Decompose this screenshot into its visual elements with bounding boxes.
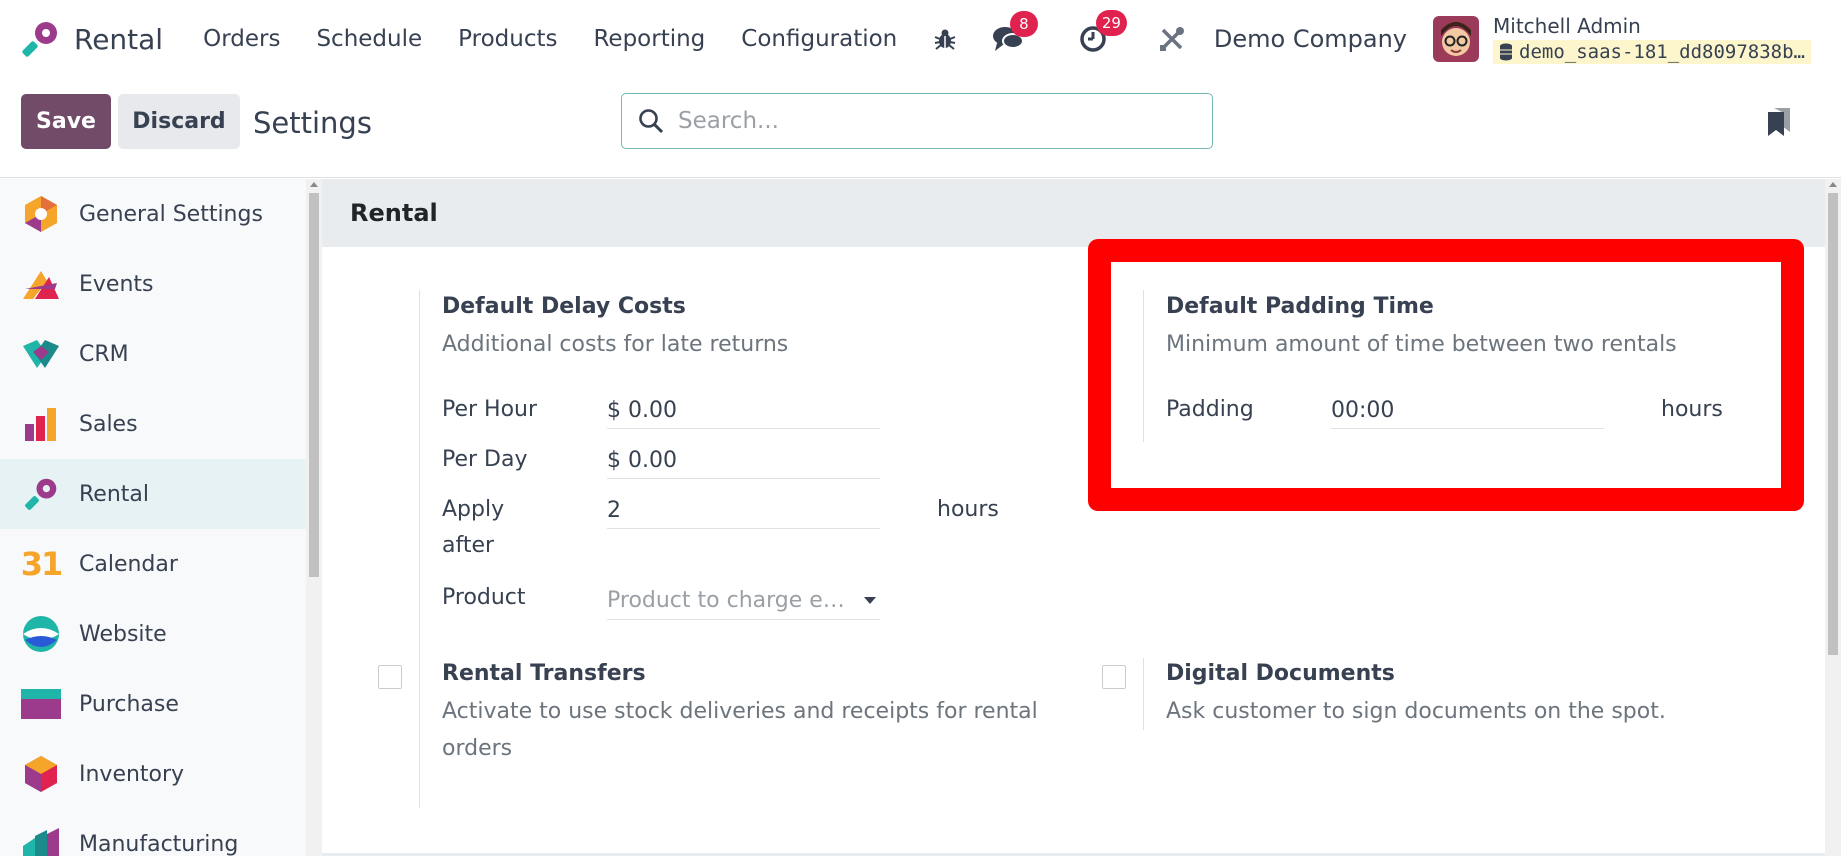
navbar-systray: 8 29 Demo Company Mitchell Admin demo_sa… [918, 0, 1841, 78]
company-switcher[interactable]: Demo Company [1214, 25, 1407, 53]
sidebar-item-label: Events [79, 271, 154, 297]
digital-documents-checkbox[interactable] [1102, 665, 1126, 689]
sidebar-scrollbar[interactable] [306, 179, 322, 856]
general-settings-icon [21, 194, 61, 234]
apply-after-input[interactable] [607, 493, 880, 529]
sidebar-item-label: Rental [79, 481, 149, 507]
activities-clock-icon[interactable]: 29 [1078, 10, 1127, 54]
save-button[interactable]: Save [21, 94, 111, 149]
purchase-icon [21, 684, 61, 724]
setting-divider [1143, 658, 1144, 730]
product-label: Product [442, 585, 526, 610]
sidebar-item-label: CRM [79, 341, 129, 367]
apply-after-label-line2: after [442, 533, 495, 558]
database-icon [1500, 43, 1513, 61]
database-tag: demo_saas-181_dd8097838b… [1493, 40, 1811, 64]
rental-app-icon [22, 22, 57, 57]
crm-icon [21, 334, 61, 374]
manufacturing-icon [21, 824, 61, 856]
top-navbar: Rental Orders Schedule Products Reportin… [0, 0, 1841, 78]
sidebar-item-label: Website [79, 621, 167, 647]
app-name: Rental [74, 22, 164, 56]
settings-sidebar: General Settings Events CRM Sales Rental… [0, 179, 306, 856]
sidebar-item-crm[interactable]: CRM [0, 319, 306, 389]
menu-configuration[interactable]: Configuration [741, 26, 897, 52]
search-input[interactable] [678, 108, 1158, 134]
digital-documents-title: Digital Documents [1166, 661, 1395, 686]
page-title: Settings [253, 106, 372, 140]
sidebar-item-label: General Settings [79, 201, 263, 227]
delay-costs-description: Additional costs for late returns [442, 332, 789, 357]
user-menu[interactable]: Mitchell Admin demo_saas-181_dd8097838b… [1493, 14, 1811, 64]
app-brand[interactable]: Rental [20, 19, 185, 59]
rental-transfers-title: Rental Transfers [442, 661, 646, 686]
user-avatar[interactable] [1433, 16, 1480, 62]
events-icon [21, 264, 61, 304]
main-menu: Orders Schedule Products Reporting Confi… [185, 26, 915, 52]
section-header: Rental [322, 179, 1825, 247]
digital-documents-description: Ask customer to sign documents on the sp… [1166, 699, 1666, 724]
inventory-icon [21, 754, 61, 794]
settings-tools-icon[interactable] [1158, 25, 1186, 53]
rental-icon [21, 474, 61, 514]
sidebar-item-rental[interactable]: Rental [0, 459, 306, 529]
highlight-annotation-box [1088, 239, 1804, 511]
sales-icon [21, 404, 61, 444]
sidebar-item-label: Manufacturing [79, 831, 239, 856]
messages-icon[interactable]: 8 [992, 11, 1038, 53]
bookmark-icon[interactable] [1766, 106, 1792, 142]
database-name: demo_saas-181_dd8097838b… [1519, 41, 1805, 63]
debug-bug-icon[interactable] [932, 26, 958, 52]
per-day-input[interactable] [607, 443, 880, 479]
content-scroll-thumb[interactable] [1828, 193, 1838, 655]
rental-transfers-checkbox[interactable] [378, 665, 402, 689]
product-select[interactable]: Product to charge e… [607, 582, 880, 620]
messages-count-badge: 8 [1009, 11, 1038, 37]
per-hour-label: Per Hour [442, 397, 538, 422]
menu-products[interactable]: Products [458, 26, 557, 52]
calendar-icon: 31 [20, 544, 64, 584]
sidebar-item-purchase[interactable]: Purchase [0, 669, 306, 739]
user-name: Mitchell Admin [1493, 14, 1641, 38]
setting-divider [419, 658, 420, 808]
website-icon [21, 614, 61, 654]
chevron-down-icon [864, 597, 876, 604]
discard-button[interactable]: Discard [118, 94, 240, 149]
menu-reporting[interactable]: Reporting [593, 26, 705, 52]
activities-count-badge: 29 [1095, 10, 1127, 36]
menu-orders[interactable]: Orders [203, 26, 280, 52]
rental-transfers-description: Activate to use stock deliveries and rec… [442, 699, 1038, 724]
calendar-icon-text: 31 [20, 545, 64, 583]
menu-schedule[interactable]: Schedule [316, 26, 422, 52]
apply-after-unit: hours [937, 497, 999, 522]
sidebar-item-calendar[interactable]: 31 Calendar [0, 529, 306, 599]
rental-transfers-description-line2: orders [442, 736, 513, 761]
apply-after-label: Apply [442, 497, 505, 522]
sidebar-item-label: Calendar [79, 551, 178, 577]
sidebar-item-sales[interactable]: Sales [0, 389, 306, 459]
sidebar-item-website[interactable]: Website [0, 599, 306, 669]
sidebar-item-manufacturing[interactable]: Manufacturing [0, 809, 306, 856]
product-select-placeholder: Product to charge e… [607, 588, 845, 613]
scroll-up-arrow-icon[interactable] [1829, 182, 1837, 187]
sidebar-item-label: Inventory [79, 761, 185, 787]
sidebar-scroll-thumb[interactable] [309, 193, 319, 577]
sidebar-item-general-settings[interactable]: General Settings [0, 179, 306, 249]
sidebar-item-label: Purchase [79, 691, 179, 717]
sidebar-item-inventory[interactable]: Inventory [0, 739, 306, 809]
per-hour-input[interactable] [607, 393, 880, 429]
sidebar-item-label: Sales [79, 411, 138, 437]
control-panel: Save Discard Settings [0, 78, 1841, 178]
per-day-label: Per Day [442, 447, 528, 472]
search-icon [639, 109, 664, 134]
sidebar-item-events[interactable]: Events [0, 249, 306, 319]
content-scrollbar[interactable] [1825, 179, 1841, 856]
section-title: Rental [350, 199, 438, 227]
search-box[interactable] [621, 93, 1213, 149]
scroll-up-arrow-icon[interactable] [310, 182, 318, 187]
delay-costs-title: Default Delay Costs [442, 294, 686, 319]
